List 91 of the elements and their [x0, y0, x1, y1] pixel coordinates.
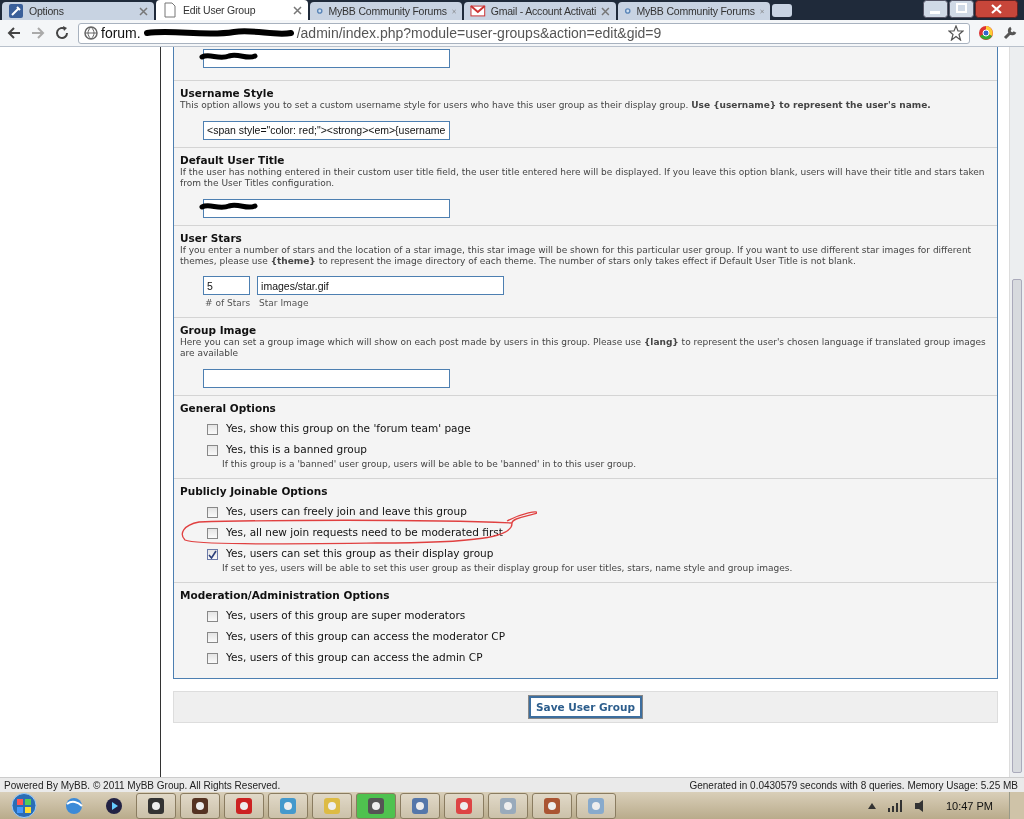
new-tab-button[interactable]	[772, 4, 792, 17]
browser-tab[interactable]: Gmail - Account Activati	[464, 2, 616, 20]
page-icon	[162, 2, 178, 18]
address-bar[interactable]: forum. /admin/index.php?module=user-groups&action=edit&gid=9	[78, 22, 970, 44]
maximize-icon	[949, 0, 974, 18]
reload-icon	[54, 25, 70, 41]
app-icon	[411, 796, 429, 815]
app-icon	[147, 796, 165, 815]
section-title: Default User Title	[180, 153, 286, 166]
tab-title: Edit User Group	[183, 4, 257, 16]
section-description: If you enter a number of stars and the location of a star image, this star image will be shown for this particular user group. If you want to use different star images for different themes, please use {theme} to represent the image directory of each theme. The number of stars only takes effect if Default User Title is not blank.	[180, 245, 973, 267]
text-field[interactable]	[203, 198, 450, 218]
checkbox-label[interactable]: Yes, users can set this group as their display group	[226, 547, 793, 559]
section-title: Username Style	[180, 86, 275, 99]
checkbox[interactable]	[207, 611, 218, 622]
checkbox-label[interactable]: Yes, this is a banned group	[226, 443, 637, 455]
checkbox-label[interactable]: Yes, show this group on the 'forum team' page	[226, 422, 471, 434]
tab-title: Gmail - Account Activati	[490, 5, 597, 17]
scrollbar-thumb[interactable]	[1012, 279, 1022, 773]
minimize-icon	[923, 0, 948, 18]
app-icon	[543, 796, 561, 815]
checkbox[interactable]	[207, 632, 218, 643]
taskbar-button[interactable]	[136, 792, 176, 819]
app-icon	[323, 796, 341, 815]
taskbar-button[interactable]	[224, 792, 264, 819]
field-caption: Star Image	[258, 298, 310, 308]
clock: 10:47 PM	[945, 799, 993, 812]
tab-title: MyBB Community Forums	[636, 5, 755, 17]
browser-icon	[64, 795, 84, 816]
app-icon	[499, 796, 517, 815]
checkbox[interactable]	[207, 424, 218, 435]
checkbox-label[interactable]: Yes, users of this group can access the moderator CP	[226, 630, 505, 642]
checkbox[interactable]	[207, 653, 218, 664]
footer-stats: Generated in 0.0430579 seconds with 8 queries. Memory Usage: 5.25 MB	[689, 779, 1018, 791]
app-icon	[191, 796, 209, 815]
browser-tab[interactable]: Edit User Group	[156, 0, 308, 20]
section-title: Publicly Joinable Options	[180, 484, 329, 497]
section-title: User Stars	[180, 231, 243, 244]
section-title: Moderation/Administration Options	[180, 588, 391, 601]
checkbox-label[interactable]: Yes, all new join requests need to be moderated first	[226, 526, 503, 538]
tab-title: Options	[29, 5, 65, 17]
star-image-field[interactable]: images/star.gif	[257, 276, 505, 295]
forward-arrow-icon	[30, 25, 46, 41]
checkbox-label[interactable]: Yes, users of this group can access the admin CP	[226, 651, 483, 663]
text-field[interactable]	[203, 368, 450, 388]
taskbar-button[interactable]	[180, 792, 220, 819]
app-icon	[587, 796, 605, 815]
star-icon	[948, 25, 964, 41]
field-caption: # of Stars	[204, 298, 251, 308]
wrench-icon	[8, 3, 24, 19]
checkbox-label[interactable]: Yes, users can freely join and leave this group	[226, 505, 467, 517]
section-title: General Options	[180, 401, 277, 414]
wrench-icon	[1002, 25, 1018, 41]
close-icon	[139, 6, 148, 16]
scrollbar[interactable]	[1009, 47, 1024, 777]
chrome-logo-icon	[978, 25, 994, 41]
signal-icon	[886, 799, 903, 812]
url-path: /admin/index.php?module=user-groups&action=edit&gid=9	[296, 25, 662, 41]
section-title: Group Image	[180, 323, 258, 336]
close-icon	[601, 6, 610, 16]
tab-title: MyBB Community Forums	[328, 5, 447, 17]
browser-tab[interactable]: MyBB Community Forums	[618, 2, 770, 20]
checkmark-icon	[208, 550, 217, 559]
save-button[interactable]: Save User Group	[529, 696, 642, 718]
checkbox[interactable]	[207, 528, 218, 539]
stars-count-field[interactable]: 5	[203, 276, 250, 295]
footer-copyright: Powered By MyBB. © 2011 MyBB Group. All Rights Reserved.	[4, 779, 281, 791]
text-field[interactable]	[203, 48, 450, 68]
browser-tab[interactable]: MyBB Community Forums	[310, 2, 462, 20]
taskbar-button[interactable]	[356, 792, 396, 819]
url-host: forum.	[101, 25, 141, 41]
browser-tab[interactable]: Options	[2, 2, 154, 20]
option-note: If set to yes, users will be able to set this user group as their display group for user titles, stars, name style and group images.	[222, 563, 793, 573]
close-icon	[293, 5, 302, 15]
app-icon	[455, 796, 473, 815]
checkbox[interactable]	[207, 445, 218, 456]
checkbox-label[interactable]: Yes, users of this group are super moderators	[226, 609, 466, 621]
section-description: If the user has nothing entered in their custom user title field, the user title entered here will be displayed. If you leave this option blank, users will have their title and stars taken from the User Titles configuration.	[180, 167, 986, 189]
media-player-icon	[104, 795, 124, 816]
back-arrow-icon	[6, 25, 22, 41]
mail-icon	[470, 3, 486, 19]
option-note: If this group is a 'banned' user group, users will be able to be 'banned' in to this user group.	[222, 459, 637, 469]
app-icon	[279, 796, 297, 815]
checkbox[interactable]	[207, 507, 218, 518]
section-description: This option allows you to set a custom username style for users who have this user group as their display group. Use {username} to represent the user's name.	[180, 100, 932, 111]
checkbox[interactable]	[207, 549, 218, 560]
section-description: Here you can set a group image which will show on each post made by users in this group. Please use {lang} to represent the user's chosen language if translated group images are available	[180, 337, 987, 359]
app-icon	[367, 796, 385, 815]
text-field[interactable]: <span style="color: red;"><strong><em>{username	[203, 120, 450, 140]
app-icon	[235, 796, 253, 815]
close-icon	[975, 0, 1018, 18]
